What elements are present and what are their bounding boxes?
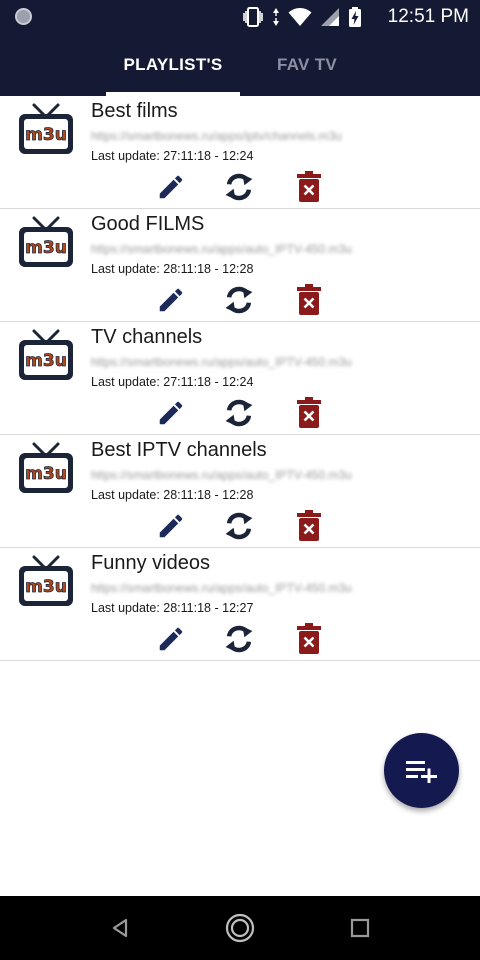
svg-text:m3u: m3u (25, 238, 67, 258)
playlist-item[interactable]: m3u Good FILMS https://smartbonews.ru/ap… (0, 209, 480, 322)
delete-icon[interactable] (292, 510, 326, 542)
playlist-url: https://smartbonews.ru/apps/iptv/channel… (91, 129, 342, 143)
tab-fav-tv[interactable]: FAV TV (254, 34, 360, 96)
playlist-url: https://smartbonews.ru/apps/auto_IPTV-45… (91, 468, 352, 482)
edit-icon[interactable] (154, 397, 188, 429)
wifi-icon (288, 8, 312, 26)
last-update: Last update: 27:11:18 - 12:24 (91, 375, 254, 389)
playlist-url: https://smartbonews.ru/apps/auto_IPTV-45… (91, 355, 352, 369)
refresh-icon[interactable] (222, 284, 256, 316)
m3u-tv-icon: m3u (14, 551, 78, 613)
playlist-item[interactable]: m3u Funny videos https://smartbonews.ru/… (0, 548, 480, 661)
signal-icon (321, 8, 339, 26)
edit-icon[interactable] (154, 510, 188, 542)
refresh-icon[interactable] (222, 171, 256, 203)
tab-bar: PLAYLIST'S FAV TV (0, 34, 480, 96)
delete-icon[interactable] (292, 284, 326, 316)
playlist-item[interactable]: m3u Best IPTV channels https://smartbone… (0, 435, 480, 548)
playlist-add-icon (405, 760, 437, 783)
status-bar: 12:51 PM (0, 0, 480, 34)
refresh-icon[interactable] (222, 397, 256, 429)
home-icon[interactable] (222, 910, 258, 946)
m3u-tv-icon: m3u (14, 99, 78, 161)
edit-icon[interactable] (154, 623, 188, 655)
playlist-title: Good FILMS (91, 213, 205, 235)
tab-playlists[interactable]: PLAYLIST'S (106, 34, 240, 96)
status-icons (242, 6, 362, 27)
last-update: Last update: 28:11:18 - 12:27 (91, 601, 254, 615)
playlist-title: TV channels (91, 326, 203, 348)
delete-icon[interactable] (292, 397, 326, 429)
svg-text:m3u: m3u (25, 577, 67, 597)
add-playlist-button[interactable] (384, 733, 459, 808)
svg-text:m3u: m3u (25, 125, 67, 145)
refresh-icon[interactable] (222, 623, 256, 655)
refresh-icon[interactable] (222, 510, 256, 542)
m3u-tv-icon: m3u (14, 438, 78, 500)
playlist-list: m3u Best films https://smartbonews.ru/ap… (0, 96, 480, 661)
delete-icon[interactable] (292, 623, 326, 655)
vibrate-icon (243, 7, 263, 27)
playlist-title: Best IPTV channels (91, 439, 267, 461)
svg-text:m3u: m3u (25, 351, 67, 371)
edit-icon[interactable] (154, 171, 188, 203)
battery-charging-icon (349, 6, 361, 27)
m3u-tv-icon: m3u (14, 325, 78, 387)
svg-text:m3u: m3u (25, 464, 67, 484)
playlist-item[interactable]: m3u Best films https://smartbonews.ru/ap… (0, 96, 480, 209)
last-update: Last update: 28:11:18 - 12:28 (91, 488, 254, 502)
edit-icon[interactable] (154, 284, 188, 316)
system-nav-bar (0, 896, 480, 960)
delete-icon[interactable] (292, 171, 326, 203)
back-icon[interactable] (102, 910, 138, 946)
playlist-title: Best films (91, 100, 178, 122)
notification-icon (15, 8, 32, 25)
m3u-tv-icon: m3u (14, 212, 78, 274)
recent-apps-icon[interactable] (342, 910, 378, 946)
playlist-title: Funny videos (91, 552, 210, 574)
playlist-url: https://smartbonews.ru/apps/auto_IPTV-45… (91, 581, 352, 595)
last-update: Last update: 28:11:18 - 12:28 (91, 262, 254, 276)
data-arrows-icon (273, 8, 279, 26)
status-time: 12:51 PM (387, 6, 469, 27)
playlist-item[interactable]: m3u TV channels https://smartbonews.ru/a… (0, 322, 480, 435)
playlist-url: https://smartbonews.ru/apps/auto_IPTV-45… (91, 242, 352, 256)
last-update: Last update: 27:11:18 - 12:24 (91, 149, 254, 163)
